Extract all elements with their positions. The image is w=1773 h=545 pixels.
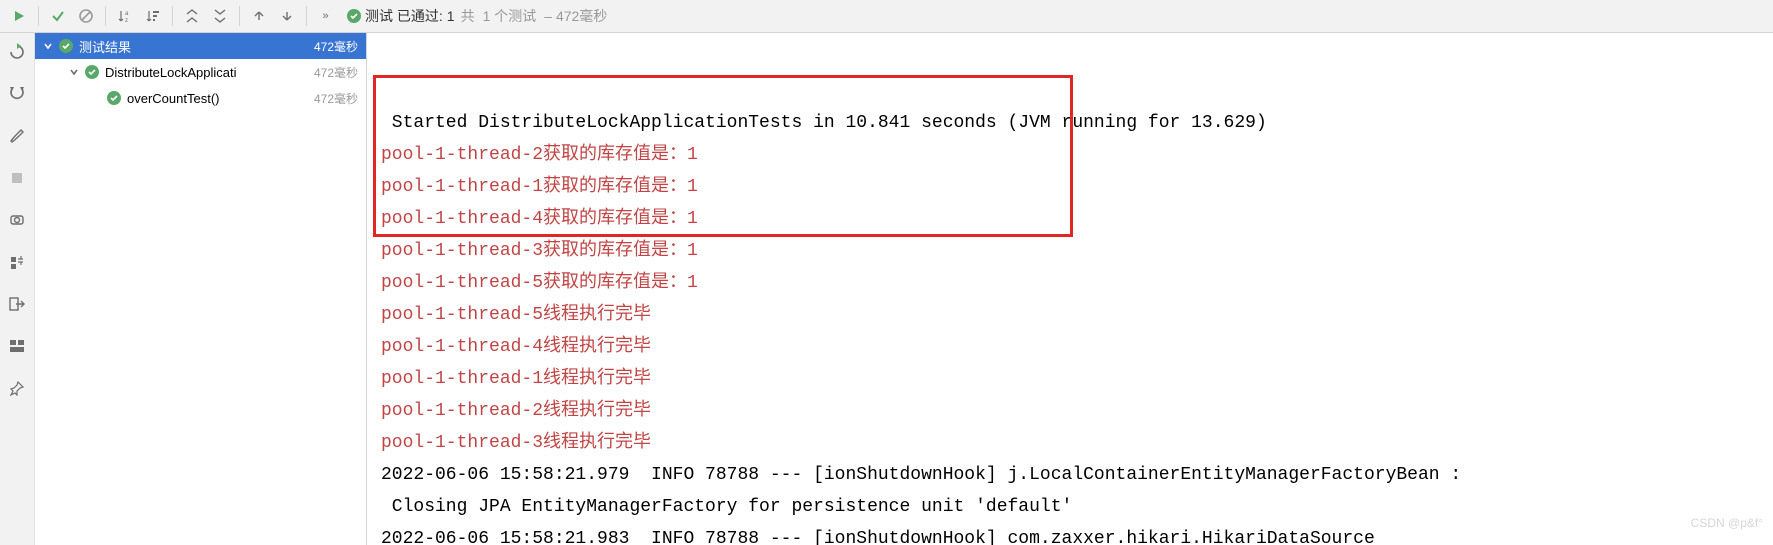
svg-text:z: z <box>125 18 128 24</box>
left-gutter <box>0 33 35 545</box>
rerun-button[interactable] <box>4 39 30 65</box>
tree-method-label: overCountTest() <box>127 91 219 106</box>
expand-all-button[interactable] <box>179 3 205 29</box>
tree-method-time: 472毫秒 <box>314 90 358 107</box>
exit-button[interactable] <box>4 291 30 317</box>
console-line: pool-1-thread-2获取的库存值是：1 <box>381 139 1773 171</box>
separator <box>172 6 173 26</box>
watermark: CSDN @p&f° <box>1691 507 1763 539</box>
check-ok-icon <box>85 65 99 79</box>
sort-duration-button[interactable] <box>140 3 166 29</box>
test-toolbar: az » 测试 已通过: 1 共 1 个测试 – 472毫秒 <box>0 0 1773 33</box>
console-line: pool-1-thread-4获取的库存值是：1 <box>381 203 1773 235</box>
tree-class-time: 472毫秒 <box>314 64 358 81</box>
tree-root[interactable]: 测试结果 472毫秒 <box>35 33 366 59</box>
status-passed-count: 1 <box>447 8 455 24</box>
tree-root-label: 测试结果 <box>79 37 131 56</box>
console-line: pool-1-thread-5获取的库存值是：1 <box>381 267 1773 299</box>
check-ok-icon <box>59 39 73 53</box>
chevron-down-icon <box>69 67 79 77</box>
console-line: pool-1-thread-1线程执行完毕 <box>381 363 1773 395</box>
separator <box>38 6 39 26</box>
console-line: Started DistributeLockApplicationTests i… <box>381 107 1773 139</box>
layout-button[interactable] <box>4 333 30 359</box>
more-button[interactable]: » <box>313 3 339 29</box>
separator <box>239 6 240 26</box>
pin-button[interactable] <box>4 375 30 401</box>
tree-class-label: DistributeLockApplicati <box>105 65 237 80</box>
test-status-bar: 测试 已通过: 1 共 1 个测试 – 472毫秒 <box>347 6 609 26</box>
prev-failed-button[interactable] <box>246 3 272 29</box>
console-line: pool-1-thread-3获取的库存值是：1 <box>381 235 1773 267</box>
status-total: 1 个测试 <box>483 6 537 26</box>
console-line: 2022-06-06 15:58:21.983 INFO 78788 --- [… <box>381 523 1773 545</box>
next-failed-button[interactable] <box>274 3 300 29</box>
console-line: pool-1-thread-5线程执行完毕 <box>381 299 1773 331</box>
show-ignored-button[interactable] <box>73 3 99 29</box>
tree-method-node[interactable]: overCountTest() 472毫秒 <box>35 85 366 111</box>
status-suffix: – 472毫秒 <box>544 6 607 26</box>
console-line: 2022-06-06 15:58:21.979 INFO 78788 --- [… <box>381 459 1773 491</box>
test-tree-pane: 测试结果 472毫秒 DistributeLockApplicati 472毫秒… <box>35 33 367 545</box>
separator <box>306 6 307 26</box>
status-prefix: 测试 已通过: <box>365 6 443 26</box>
import-tests-button[interactable] <box>4 249 30 275</box>
console-line: pool-1-thread-2线程执行完毕 <box>381 395 1773 427</box>
separator <box>105 6 106 26</box>
svg-text:a: a <box>125 11 129 17</box>
main-row: 测试结果 472毫秒 DistributeLockApplicati 472毫秒… <box>0 33 1773 545</box>
run-button[interactable] <box>6 3 32 29</box>
console-line: Closing JPA EntityManagerFactory for per… <box>381 491 1773 523</box>
chevron-down-icon <box>43 41 53 51</box>
dump-threads-button[interactable] <box>4 207 30 233</box>
tree-class-node[interactable]: DistributeLockApplicati 472毫秒 <box>35 59 366 85</box>
console-output[interactable]: Started DistributeLockApplicationTests i… <box>367 33 1773 545</box>
collapse-all-button[interactable] <box>207 3 233 29</box>
check-ok-icon <box>107 91 121 105</box>
console-line: pool-1-thread-3线程执行完毕 <box>381 427 1773 459</box>
settings-button[interactable] <box>4 123 30 149</box>
tree-root-time: 472毫秒 <box>314 38 358 55</box>
status-mid: 共 <box>461 6 475 26</box>
stop-button[interactable] <box>4 165 30 191</box>
check-ok-icon <box>347 9 361 23</box>
show-passed-button[interactable] <box>45 3 71 29</box>
console-line: pool-1-thread-4线程执行完毕 <box>381 331 1773 363</box>
console-line: pool-1-thread-1获取的库存值是：1 <box>381 171 1773 203</box>
sort-alpha-button[interactable]: az <box>112 3 138 29</box>
toggle-auto-test-button[interactable] <box>4 81 30 107</box>
